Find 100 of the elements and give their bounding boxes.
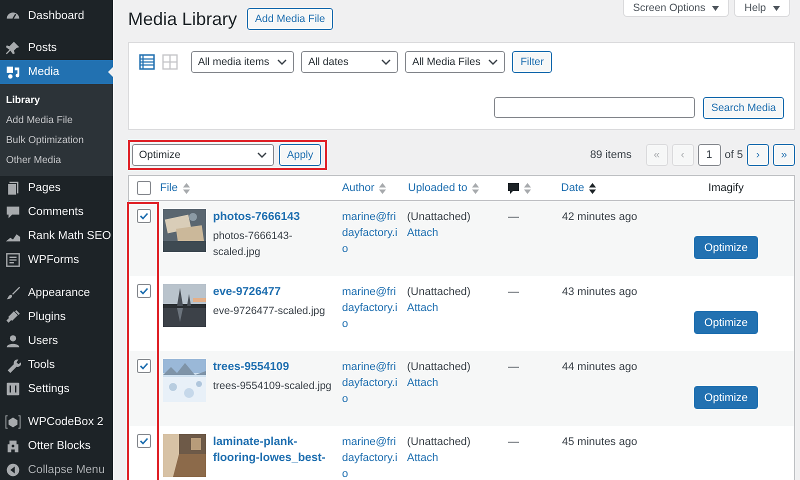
checkbox[interactable] (137, 434, 151, 448)
search-field[interactable] (494, 97, 696, 118)
menu-item[interactable]: Users (0, 329, 113, 353)
menu-item[interactable]: Plugins (0, 305, 113, 329)
sort-icon (472, 182, 480, 194)
menu-item[interactable]: Dashboard (0, 4, 113, 28)
page-total: of 5 (724, 148, 743, 160)
comment-icon (508, 182, 519, 194)
filter-dropdown[interactable]: All dates (301, 51, 398, 73)
screen-options-tab[interactable]: Screen Options (623, 0, 730, 17)
comment-icon (5, 204, 21, 220)
plug-icon (5, 309, 21, 325)
page-title: Media Library (128, 9, 238, 30)
optimize-button[interactable]: Optimize (694, 236, 758, 259)
form-icon (5, 252, 21, 268)
menu-item[interactable]: Media (0, 60, 113, 84)
comment-count: — (508, 361, 519, 373)
sort-icon (182, 182, 190, 194)
bulk-action-dropdown[interactable]: Optimize (132, 144, 274, 166)
blocks-icon (5, 438, 21, 454)
author-link[interactable]: marine@fridayfactory.io (337, 284, 400, 332)
chevron-icon (488, 59, 498, 65)
file-name: trees-9554109-scaled.jpg (213, 379, 332, 394)
comment-count: — (508, 436, 519, 448)
check-icon (139, 436, 149, 446)
file-name: photos-7666143-scaled.jpg (213, 229, 294, 260)
apply-button[interactable]: Apply (279, 144, 322, 166)
filter-dropdown[interactable]: All Media Files (405, 51, 506, 73)
file-title-link[interactable]: photos-7666143 (213, 209, 337, 225)
checkbox[interactable] (137, 284, 151, 298)
file-title-link[interactable]: eve-9726477 (213, 284, 337, 300)
column-header[interactable]: File (159, 182, 190, 194)
collapse-menu-button[interactable]: Collapse Menu (0, 458, 113, 480)
sort-icon (589, 182, 596, 194)
check-icon (139, 361, 149, 371)
checkbox[interactable] (137, 209, 151, 223)
file-title-link[interactable]: laminate-plank-flooring-lowes_best- (213, 434, 337, 466)
caret-icon (712, 6, 720, 10)
search-media-button[interactable]: Search Media (703, 97, 784, 119)
user-icon (5, 333, 21, 349)
attach-link[interactable]: Attach (407, 300, 438, 316)
checkbox[interactable] (137, 359, 151, 373)
menu-item[interactable]: WPForms (0, 248, 113, 272)
attach-link[interactable]: Attach (407, 375, 438, 391)
author-link[interactable]: marine@fridayfactory.io (337, 209, 400, 257)
list-view-icon[interactable] (139, 54, 155, 70)
menu-item[interactable]: Rank Math SEO (0, 224, 113, 248)
optimize-button[interactable]: Optimize (694, 386, 758, 409)
author-link[interactable]: marine@fridayfactory.io (337, 359, 400, 407)
menu-item[interactable]: Tools (0, 353, 113, 377)
menu-item[interactable]: Comments (0, 200, 113, 224)
optimize-button[interactable]: Optimize (694, 311, 758, 334)
submenu-item[interactable]: Bulk Optimization (0, 130, 113, 150)
attachment-status: (Unattached) (407, 210, 471, 225)
upload-date: 44 minutes ago (562, 361, 638, 373)
file-title-link[interactable]: trees-9554109 (213, 359, 337, 375)
pages-icon (5, 180, 21, 196)
page-field[interactable]: 1 (698, 144, 721, 166)
comment-count: — (508, 286, 519, 298)
menu-item[interactable]: Posts (0, 36, 113, 60)
media-icon (5, 64, 21, 80)
caret-icon (773, 6, 780, 10)
chevron-icon (257, 152, 267, 158)
checkbox[interactable] (137, 181, 151, 195)
settings-icon (5, 381, 21, 397)
menu-item[interactable]: WPCodeBox 2 (0, 410, 113, 434)
sort-icon (379, 182, 386, 194)
submenu-item[interactable]: Add Media File (0, 110, 113, 130)
file-name: eve-9726477-scaled.jpg (213, 304, 326, 319)
attach-link[interactable]: Attach (407, 450, 438, 466)
help-tab[interactable]: Help (734, 0, 790, 17)
page-button[interactable]: › (747, 144, 769, 166)
menu-item[interactable]: Appearance (0, 281, 113, 305)
menu-item[interactable]: Otter Blocks (0, 434, 113, 458)
brush-icon (5, 285, 21, 301)
menu-item[interactable]: Settings (0, 377, 113, 401)
attachment-status: (Unattached) (407, 285, 471, 300)
cube-icon (5, 414, 21, 430)
upload-date: 45 minutes ago (562, 436, 638, 448)
check-icon (139, 211, 149, 221)
chevron-icon (277, 59, 288, 65)
menu-item[interactable]: Pages (0, 176, 113, 200)
check-icon (139, 286, 149, 296)
item-count: 89 items (590, 148, 632, 160)
wrench-icon (5, 357, 21, 373)
column-header[interactable]: Date (556, 182, 596, 194)
column-header[interactable]: Uploaded to (403, 182, 480, 194)
submenu-item[interactable]: Library (0, 90, 113, 110)
submenu-item[interactable]: Other Media (0, 150, 113, 170)
attach-link[interactable]: Attach (407, 225, 438, 241)
filter-button[interactable]: Filter (512, 51, 552, 73)
author-link[interactable]: marine@fridayfactory.io (337, 434, 400, 480)
column-header: Imagify (708, 182, 744, 194)
page-button[interactable]: » (773, 144, 795, 166)
filter-dropdown[interactable]: All media items (191, 51, 294, 73)
column-header[interactable]: Author (337, 182, 386, 194)
pin-icon (5, 40, 21, 56)
attachment-status: (Unattached) (407, 360, 471, 375)
attachment-status: (Unattached) (407, 435, 471, 450)
add-media-button[interactable]: Add Media File (247, 8, 334, 30)
